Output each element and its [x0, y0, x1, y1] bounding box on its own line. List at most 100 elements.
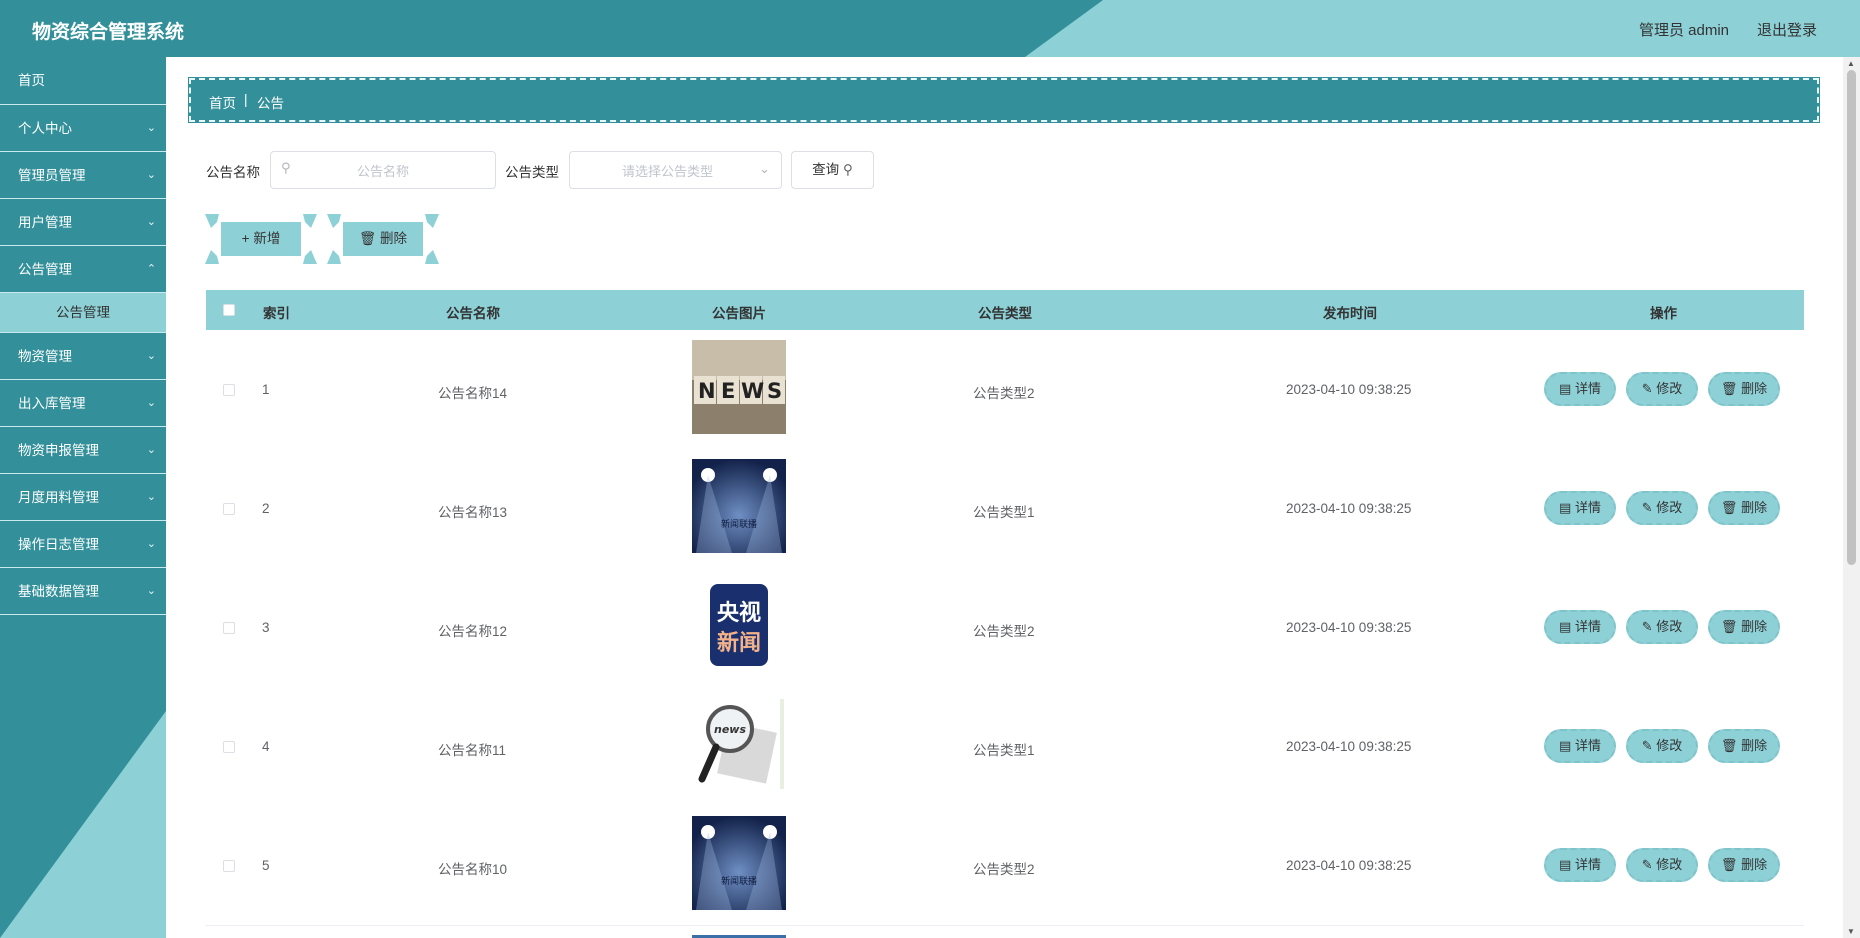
notice-image[interactable]: 新闻联播 — [692, 816, 786, 910]
query-button[interactable]: 查询 ⚲ — [791, 151, 874, 189]
edit-button[interactable]: ✎ 修改 — [1626, 610, 1698, 644]
top-header: 物资综合管理系统 管理员 admin 退出登录 — [0, 0, 1860, 57]
sidebar-item-label: 管理员管理 — [18, 168, 86, 183]
delete-label: 删除 — [1741, 857, 1768, 872]
vertical-scrollbar[interactable]: ▲ ▼ — [1843, 57, 1860, 938]
document-icon: ▤ — [1559, 500, 1572, 515]
add-button-wrap: + 新增 — [205, 214, 317, 264]
row-checkbox[interactable] — [223, 384, 235, 396]
row-checkbox[interactable] — [223, 622, 235, 634]
cctv-text-top: 央视 — [717, 600, 761, 626]
row-time: 2023-04-10 09:38:25 — [1286, 501, 1412, 516]
row-checkbox[interactable] — [223, 741, 235, 753]
breadcrumb-home[interactable]: 首页 — [209, 92, 236, 112]
detail-button[interactable]: ▤ 详情 — [1544, 848, 1616, 882]
delete-button[interactable]: 🗑 删除 — [1708, 610, 1780, 644]
delete-button[interactable]: 🗑 删除 — [1708, 848, 1780, 882]
column-header-image: 公告图片 — [712, 306, 766, 321]
delete-button-label: 删除 — [379, 231, 407, 246]
logout-link[interactable]: 退出登录 — [1757, 19, 1817, 40]
sidebar-item-personal-center[interactable]: 个人中心 ⌄ — [0, 105, 166, 152]
chevron-down-icon: ⌄ — [146, 444, 156, 456]
chevron-down-icon: ⌄ — [146, 538, 156, 550]
magnifier-news-image: news — [698, 699, 784, 789]
sidebar-item-label: 个人中心 — [18, 121, 72, 136]
sidebar-item-home[interactable]: 首页 — [0, 57, 166, 105]
table-row: 3 公告名称12 央视 新闻 公告类型2 2023-04-10 09:38:25… — [206, 568, 1804, 688]
sidebar-subitem-notice-management[interactable]: 公告管理 — [0, 293, 166, 333]
query-button-label: 查询 — [812, 162, 840, 177]
chevron-down-icon: ⌄ — [146, 397, 156, 409]
notice-image[interactable]: NEWS — [692, 340, 786, 434]
delete-label: 删除 — [1741, 500, 1768, 515]
sidebar-item-label: 月度用料管理 — [18, 490, 99, 505]
detail-label: 详情 — [1574, 500, 1601, 515]
edit-button[interactable]: ✎ 修改 — [1626, 491, 1698, 525]
chevron-down-icon: ⌄ — [146, 122, 156, 134]
breadcrumb-separator: | — [244, 92, 248, 107]
edit-button[interactable]: ✎ 修改 — [1626, 848, 1698, 882]
app-title: 物资综合管理系统 — [32, 22, 185, 43]
search-icon: ⚲ — [842, 162, 853, 177]
notice-name-input[interactable]: ⚲ 公告名称 — [270, 151, 496, 189]
stage-news-image: 新闻联播 — [692, 816, 786, 910]
delete-label: 删除 — [1741, 381, 1768, 396]
trash-icon: 🗑 — [1720, 738, 1738, 753]
sidebar-item-material-apply[interactable]: 物资申报管理 ⌄ — [0, 427, 166, 474]
batch-delete-button[interactable]: 🗑 删除 — [343, 222, 423, 256]
add-button[interactable]: + 新增 — [221, 222, 301, 256]
sidebar-item-notice-management[interactable]: 公告管理 ⌃ — [0, 246, 166, 293]
select-all-checkbox[interactable] — [223, 304, 235, 316]
detail-button[interactable]: ▤ 详情 — [1544, 610, 1616, 644]
edit-icon: ✎ — [1641, 738, 1653, 753]
edit-label: 修改 — [1656, 381, 1683, 396]
row-index: 5 — [262, 858, 270, 873]
detail-button[interactable]: ▤ 详情 — [1544, 491, 1616, 525]
column-header-index: 索引 — [263, 306, 290, 321]
detail-button[interactable]: ▤ 详情 — [1544, 729, 1616, 763]
edit-button[interactable]: ✎ 修改 — [1626, 372, 1698, 406]
delete-button[interactable]: 🗑 删除 — [1708, 491, 1780, 525]
row-checkbox[interactable] — [223, 860, 235, 872]
delete-button[interactable]: 🗑 删除 — [1708, 372, 1780, 406]
sidebar-item-admin-management[interactable]: 管理员管理 ⌄ — [0, 152, 166, 199]
svg-text:W: W — [741, 379, 764, 403]
column-header-type: 公告类型 — [978, 306, 1032, 321]
sidebar-item-stock-management[interactable]: 出入库管理 ⌄ — [0, 380, 166, 427]
notice-image[interactable]: 央视 新闻 — [692, 578, 786, 672]
scroll-up-arrow-icon[interactable]: ▲ — [1847, 59, 1855, 68]
detail-label: 详情 — [1574, 738, 1601, 753]
edit-button[interactable]: ✎ 修改 — [1626, 729, 1698, 763]
chevron-down-icon: ⌄ — [759, 161, 770, 176]
row-type: 公告类型2 — [973, 862, 1035, 877]
notice-image[interactable]: 新闻联播 — [692, 459, 786, 553]
sidebar-item-label: 物资申报管理 — [18, 443, 99, 458]
delete-label: 删除 — [1741, 619, 1768, 634]
detail-label: 详情 — [1574, 619, 1601, 634]
edit-icon: ✎ — [1641, 857, 1653, 872]
row-type: 公告类型2 — [973, 386, 1035, 401]
breadcrumb: 首页 | 公告 — [189, 78, 1819, 122]
chevron-down-icon: ⌄ — [146, 169, 156, 181]
sidebar-item-material-management[interactable]: 物资管理 ⌄ — [0, 333, 166, 380]
sidebar-item-label: 公告管理 — [18, 262, 72, 277]
sidebar-item-operation-log[interactable]: 操作日志管理 ⌄ — [0, 521, 166, 568]
trash-icon: 🗑 — [1720, 500, 1738, 515]
sidebar-item-basic-data[interactable]: 基础数据管理 ⌄ — [0, 568, 166, 615]
scroll-down-arrow-icon[interactable]: ▼ — [1847, 927, 1855, 936]
row-checkbox[interactable] — [223, 503, 235, 515]
notice-image[interactable]: news — [692, 697, 786, 791]
notice-type-select[interactable]: 请选择公告类型 ⌄ — [569, 151, 782, 189]
scrollbar-thumb[interactable] — [1847, 70, 1856, 565]
delete-button[interactable]: 🗑 删除 — [1708, 729, 1780, 763]
detail-button[interactable]: ▤ 详情 — [1544, 372, 1616, 406]
trash-icon: 🗑 — [1720, 619, 1738, 634]
sidebar-item-monthly-usage[interactable]: 月度用料管理 ⌄ — [0, 474, 166, 521]
column-header-time: 发布时间 — [1323, 306, 1377, 321]
sidebar-item-user-management[interactable]: 用户管理 ⌄ — [0, 199, 166, 246]
document-icon: ▤ — [1559, 857, 1572, 872]
row-name: 公告名称11 — [438, 743, 507, 758]
notice-type-label: 公告类型 — [505, 165, 559, 180]
column-header-ops: 操作 — [1650, 306, 1677, 321]
sidebar-item-label: 基础数据管理 — [18, 584, 99, 599]
